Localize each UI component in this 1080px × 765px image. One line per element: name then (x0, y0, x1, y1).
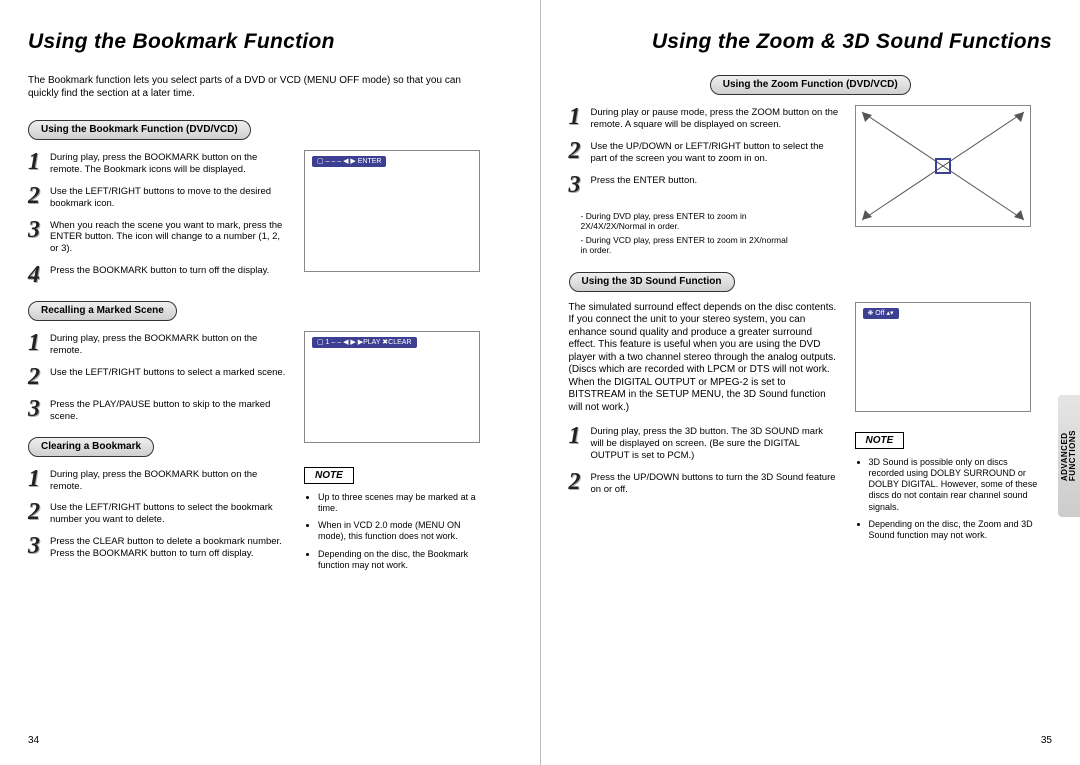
note-item: 3D Sound is possible only on discs recor… (869, 457, 1039, 513)
section-intro: The simulated surround effect depends on… (569, 302, 839, 415)
section-pill: Using the Bookmark Function (DVD/VCD) (28, 120, 251, 140)
section-body: 1During play, press the BOOKMARK button … (28, 150, 512, 301)
note-item: Up to three scenes may be marked at a ti… (318, 492, 488, 515)
note-item: When in VCD 2.0 mode (MENU ON mode), thi… (318, 520, 488, 543)
screen-preview-zoom (855, 105, 1031, 227)
page-number: 35 (1041, 735, 1052, 748)
note-label: NOTE (304, 467, 354, 484)
osd-text: ❋ Off ▴▾ (863, 308, 899, 319)
note-label: NOTE (855, 432, 905, 449)
manual-spread: Using the Bookmark Function The Bookmark… (0, 0, 1080, 765)
screen-preview: ▢ – – – ◀ ▶ ENTER (304, 150, 480, 272)
chapter-tab: ADVANCED FUNCTIONS (1058, 395, 1080, 517)
subnote: During DVD play, press ENTER to zoom in … (569, 211, 791, 232)
step-text: During play, press the BOOKMARK button o… (50, 150, 288, 176)
intro-text: The Bookmark function lets you select pa… (28, 75, 493, 100)
subnote: During VCD play, press ENTER to zoom in … (569, 235, 791, 256)
section-pill: Recalling a Marked Scene (28, 301, 177, 321)
page-left: Using the Bookmark Function The Bookmark… (0, 0, 540, 765)
page-title: Using the Bookmark Function (28, 30, 512, 53)
note-item: Depending on the disc, the Bookmark func… (318, 549, 488, 572)
section-pill: Clearing a Bookmark (28, 437, 154, 457)
screen-preview-3dsound: ❋ Off ▴▾ (855, 302, 1031, 412)
step-number: 1 (28, 150, 50, 176)
page-title: Using the Zoom & 3D Sound Functions (569, 30, 1053, 53)
note-item: Depending on the disc, the Zoom and 3D S… (869, 519, 1039, 542)
section-pill: Using the Zoom Function (DVD/VCD) (710, 75, 911, 95)
section-pill: Using the 3D Sound Function (569, 272, 735, 292)
osd-text: ▢ – – – ◀ ▶ ENTER (312, 156, 386, 167)
note-list: Up to three scenes may be marked at a ti… (304, 492, 488, 572)
note-list: 3D Sound is possible only on discs recor… (855, 457, 1039, 542)
osd-text: ▢ 1 – – ◀ ▶ ▶PLAY ✖CLEAR (312, 337, 417, 348)
page-number: 34 (28, 735, 39, 748)
screen-preview: ▢ 1 – – ◀ ▶ ▶PLAY ✖CLEAR (304, 331, 480, 443)
step-list: 1During play, press the BOOKMARK button … (28, 150, 288, 287)
page-right: Using the Zoom & 3D Sound Functions Usin… (541, 0, 1080, 765)
